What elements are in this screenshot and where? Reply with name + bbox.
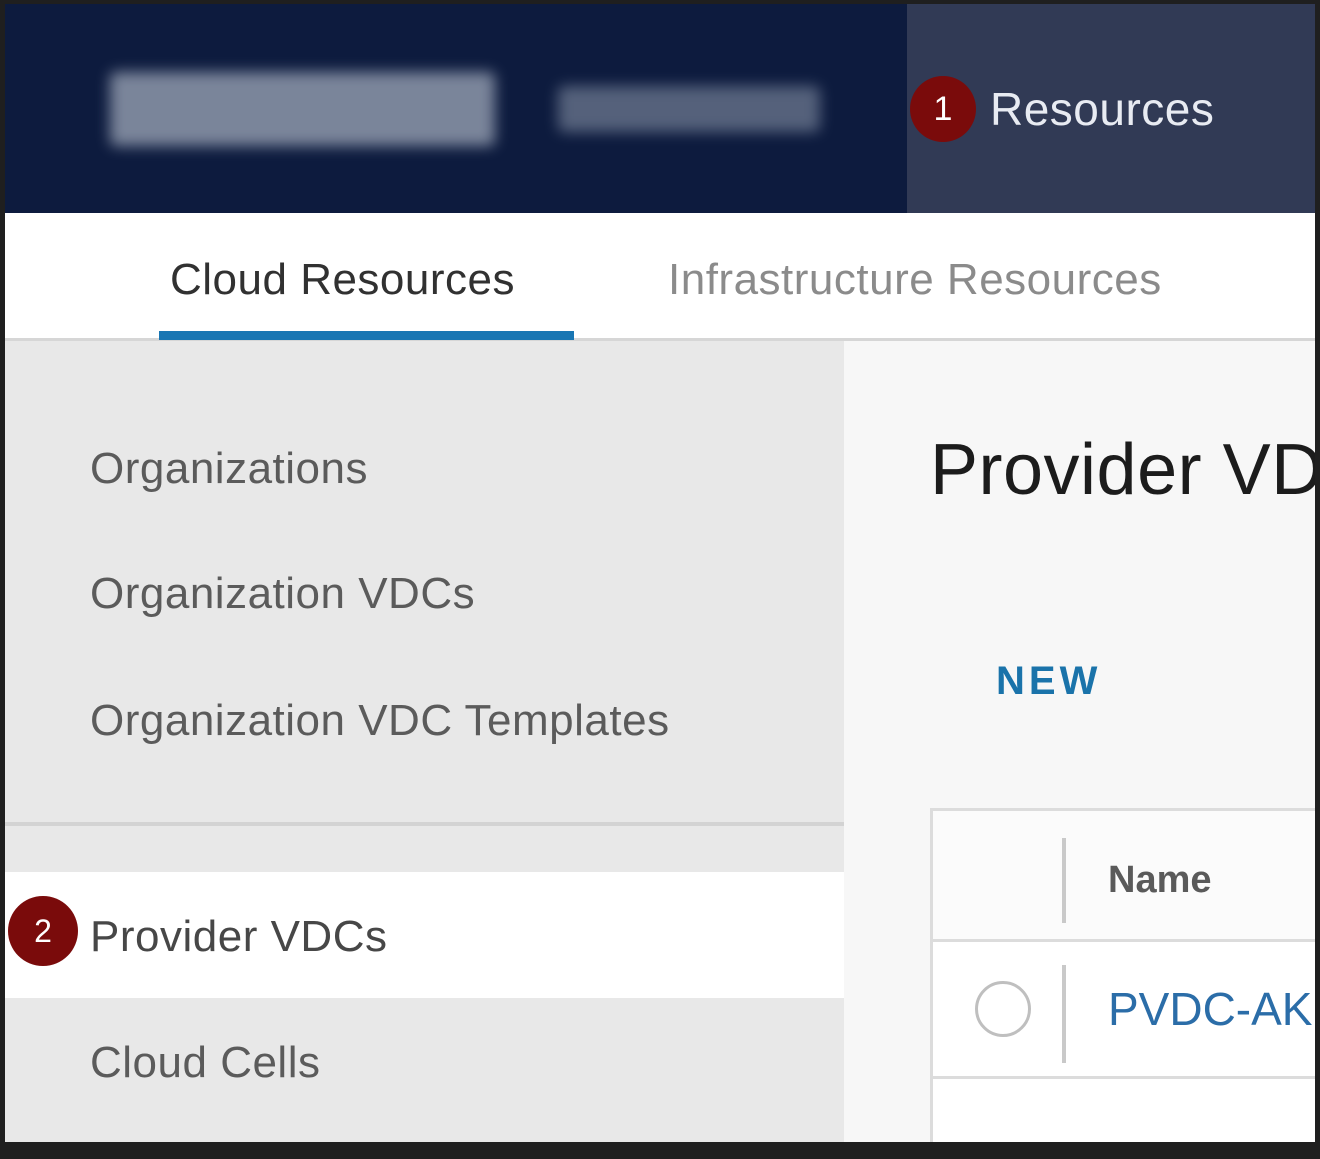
brand-subtitle-redacted — [558, 86, 820, 132]
top-header: 1 Resources — [5, 4, 1315, 213]
sidebar-item-organization-vdc-templates[interactable]: Organization VDC Templates — [90, 696, 670, 746]
step-badge-1: 1 — [910, 76, 976, 142]
provider-vdc-grid: Name PVDC-AK — [930, 808, 1315, 1142]
tab-infrastructure-resources[interactable]: Infrastructure Resources — [668, 255, 1162, 305]
sidebar-item-organizations[interactable]: Organizations — [90, 444, 368, 494]
sidebar-item-provider-vdcs-label[interactable]: Provider VDCs — [90, 912, 387, 962]
tab-cloud-resources[interactable]: Cloud Resources — [170, 255, 515, 305]
main-content: Provider VDCs NEW Name PVDC-AK — [844, 341, 1315, 1142]
tab-bar: Cloud Resources Infrastructure Resources — [5, 213, 1315, 341]
table-row: PVDC-AK — [933, 945, 1315, 1079]
column-header-name[interactable]: Name — [1108, 859, 1212, 902]
row-name-link[interactable]: PVDC-AK — [1108, 982, 1312, 1036]
sidebar-divider — [5, 822, 844, 826]
page-title: Provider VDCs — [930, 430, 1315, 510]
sidebar: Organizations Organization VDCs Organiza… — [5, 341, 844, 1142]
brand-logo-redacted — [110, 72, 495, 146]
row-select-radio[interactable] — [975, 981, 1031, 1037]
app-window: 1 Resources Cloud Resources Infrastructu… — [5, 4, 1315, 1142]
new-button[interactable]: NEW — [996, 659, 1101, 704]
nav-label-resources[interactable]: Resources — [990, 82, 1214, 136]
grid-header: Name — [933, 811, 1315, 942]
active-tab-indicator — [159, 331, 574, 340]
sidebar-item-cloud-cells[interactable]: Cloud Cells — [90, 1038, 320, 1088]
column-separator[interactable] — [1062, 838, 1066, 923]
step-badge-2: 2 — [8, 896, 78, 966]
sidebar-item-organization-vdcs[interactable]: Organization VDCs — [90, 569, 475, 619]
column-separator — [1062, 965, 1066, 1063]
